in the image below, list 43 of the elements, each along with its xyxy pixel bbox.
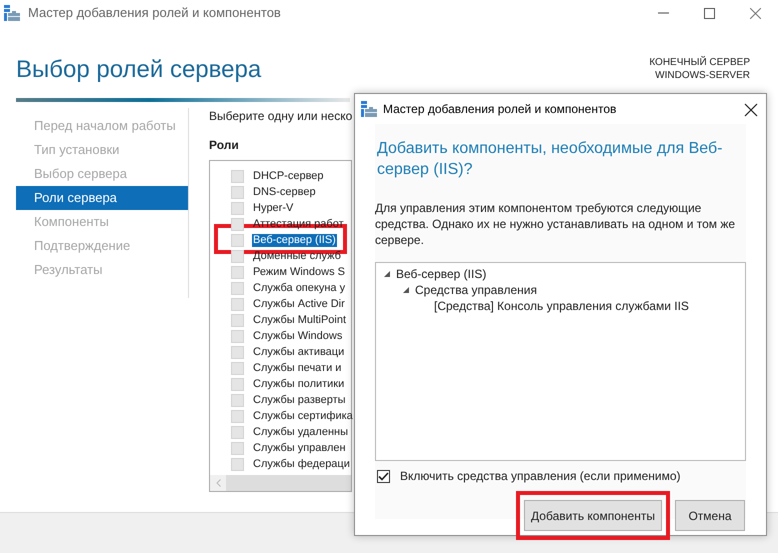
role-item[interactable]: DNS-сервер <box>252 186 317 198</box>
add-button[interactable]: Добавить компоненты <box>524 500 662 531</box>
role-item[interactable]: Службы сертифика <box>252 410 354 422</box>
dialog-heading: Добавить компоненты, необходимые для Веб-сервер (IIS)? <box>376 139 724 180</box>
role-item[interactable]: Службы Active Dir <box>252 298 346 310</box>
role-item[interactable]: Службы федераци <box>252 458 351 470</box>
checkbox-label: Включить средства управления (если применимо) <box>400 468 681 485</box>
cancel-button[interactable]: Отмена <box>675 500 745 531</box>
role-item[interactable]: Службы активаци <box>252 346 346 358</box>
expand-arrow-icon[interactable] <box>402 286 410 294</box>
dialog-text: Для управления этим компонентом требуются следующие средства. Однако их не нужно устанавливать на одном и том же сервере. <box>375 200 736 248</box>
role-item[interactable]: Службы Windows <box>252 330 344 342</box>
role-item[interactable]: Веб-сервер (IIS) <box>252 234 337 246</box>
role-item[interactable]: Режим Windows S <box>252 266 346 278</box>
role-item[interactable]: Службы политики <box>252 378 346 390</box>
tree-item[interactable]: Веб-сервер (IIS) <box>396 265 486 283</box>
page-title: Выбор ролей сервера <box>16 56 262 84</box>
wizard-step[interactable]: Роли сервера <box>16 186 188 210</box>
checkbox[interactable] <box>377 470 390 482</box>
role-item[interactable]: Hyper-V <box>252 202 294 214</box>
expand-arrow-icon[interactable] <box>383 270 391 278</box>
role-item[interactable]: Службы разверты <box>252 394 347 406</box>
role-item[interactable]: Службы MultiPoint <box>252 314 348 326</box>
destination-label: КОНЕЧНЫЙ СЕРВЕР <box>649 56 750 69</box>
dialog-title: Мастер добавления ролей и компонентов <box>383 101 616 118</box>
tree-item[interactable]: Средства управления <box>415 281 537 299</box>
role-item[interactable]: Службы удаленны <box>252 426 349 438</box>
wizard-icon <box>4 5 20 21</box>
scroll-left-icon[interactable] <box>216 479 220 487</box>
tree-item[interactable]: [Средства] Консоль управления службами IIS <box>434 297 689 315</box>
instruction-text: Выберите одну или неско <box>209 108 352 124</box>
close-icon[interactable] <box>750 8 760 18</box>
scrollbar[interactable] <box>210 475 351 491</box>
role-item[interactable]: DHCP-сервер <box>252 170 325 182</box>
roles-label: Роли <box>209 137 240 154</box>
maximize-icon[interactable] <box>704 8 714 18</box>
wizard-icon <box>361 101 377 117</box>
minimize-icon[interactable] <box>658 12 668 14</box>
role-item[interactable]: Службы печати и <box>252 362 342 374</box>
role-item[interactable]: Службы управлен <box>252 442 347 454</box>
server-name: WINDOWS-SERVER <box>654 69 750 82</box>
role-item[interactable]: Служба опекуна у <box>252 282 346 294</box>
window-title: Мастер добавления ролей и компонентов <box>28 4 281 22</box>
